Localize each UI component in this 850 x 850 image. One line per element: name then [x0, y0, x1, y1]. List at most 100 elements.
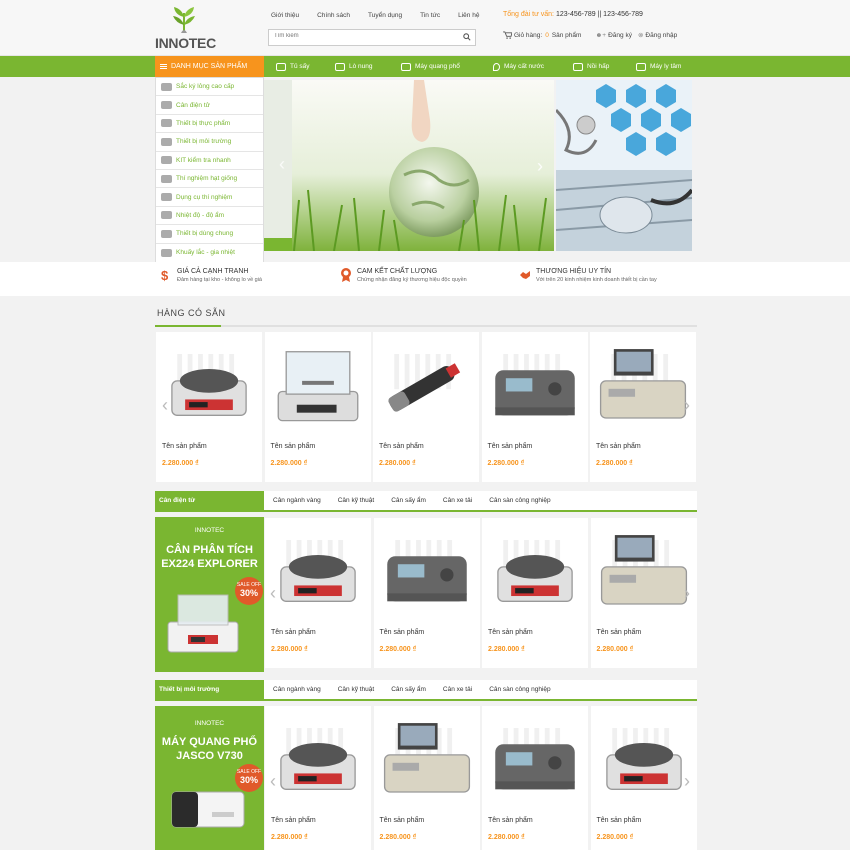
product-name[interactable]: Tên sản phẩm: [488, 817, 533, 824]
product-card[interactable]: |||||| Tên sản phẩm 2.280.000 ₫: [156, 332, 262, 482]
category-item-environment[interactable]: Thiết bị môi trường: [156, 133, 263, 152]
product-card[interactable]: |||||| Tên sản phẩm 2.280.000 ₫: [373, 518, 480, 668]
promo-banner-spectrophotometer[interactable]: INNOTEC MÁY QUANG PHỔ JASCO V730 SALE OF…: [155, 706, 264, 850]
seed-icon: [161, 174, 172, 183]
product-name[interactable]: Tên sản phẩm: [380, 817, 425, 824]
feature-title: THƯƠNG HIỆU UY TÍN: [536, 268, 612, 275]
product-name[interactable]: Tên sản phẩm: [597, 817, 642, 824]
tab-truck-scale[interactable]: Cân xe tải: [443, 497, 472, 504]
topnav-link-news[interactable]: Tin tức: [420, 12, 440, 19]
cart-label[interactable]: Giỏ hàng:: [514, 32, 542, 39]
product-price: 2.280.000 ₫: [379, 646, 417, 653]
category-item-seed-test[interactable]: Thí nghiệm hạt giống: [156, 170, 263, 189]
product-price: 2.280.000 ₫: [271, 834, 308, 841]
product-name[interactable]: Tên sản phẩm: [271, 817, 316, 824]
product-name[interactable]: Tên sản phẩm: [488, 443, 533, 450]
category-bar-title[interactable]: Cân điện tử: [155, 491, 264, 510]
search-input[interactable]: [274, 33, 454, 39]
nav-item-water-distiller[interactable]: Máy cất nước: [493, 56, 544, 77]
product-card[interactable]: |||||| Tên sản phẩm 2.280.000 ₫: [481, 332, 588, 482]
feature-trust: THƯƠNG HIỆU UY TÍN Với trên 20 kinh nhiệm…: [519, 268, 657, 283]
shared-equipment-icon: [161, 229, 172, 238]
carousel-next-icon[interactable]: ›: [682, 772, 692, 790]
hplc-icon: [161, 82, 172, 91]
menu-icon: [160, 63, 167, 70]
product-card[interactable]: |||||| Tên sản phẩm 2.280.000 ₫: [373, 706, 480, 850]
login-icon: ⊗: [637, 32, 644, 39]
tab-industrial-scale[interactable]: Cân sàn công nghiệp: [489, 497, 550, 504]
product-name[interactable]: Tên sản phẩm: [597, 629, 642, 636]
topnav-link-policy[interactable]: Chính sách: [317, 12, 350, 19]
category-item-lab-tools[interactable]: Dụng cụ thí nghiệm: [156, 188, 263, 207]
carousel-prev-icon[interactable]: ‹: [268, 584, 278, 602]
category-bar-title[interactable]: Thiết bị môi trường: [155, 680, 264, 699]
product-card[interactable]: |||||| Tên sản phẩm 2.280.000 ₫: [590, 332, 696, 482]
nav-item-furnace[interactable]: Lò nung: [335, 56, 373, 77]
product-card[interactable]: |||||| Tên sản phẩm 2.280.000 ₫: [590, 518, 697, 668]
product-name[interactable]: Tên sản phẩm: [380, 629, 425, 636]
search-icon[interactable]: [463, 33, 471, 41]
nav-item-autoclave[interactable]: Nồi hấp: [573, 56, 609, 77]
product-name[interactable]: Tên sản phẩm: [596, 443, 641, 450]
product-card[interactable]: |||||| Tên sản phẩm 2.280.000 ₫: [264, 332, 371, 482]
register-link[interactable]: Đăng ký: [608, 32, 632, 39]
dollar-icon: $: [161, 268, 169, 282]
furnace-icon: [335, 62, 345, 71]
product-card[interactable]: |||||| Tên sản phẩm 2.280.000 ₫: [482, 706, 588, 850]
tab-industrial-scale[interactable]: Cân sàn công nghiệp: [489, 686, 550, 693]
product-name[interactable]: Tên sản phẩm: [379, 443, 424, 450]
nav-item-centrifuge[interactable]: Máy ly tâm: [636, 56, 681, 77]
product-name[interactable]: Tên sản phẩm: [162, 443, 207, 450]
svg-text:›: ›: [537, 156, 543, 176]
product-card[interactable]: |||||| Tên sản phẩm 2.280.000 ₫: [265, 518, 371, 668]
nav-item-drying-oven[interactable]: Tủ sấy: [276, 56, 310, 77]
quality-medal-icon: [341, 268, 351, 282]
tab-technical-scale[interactable]: Cân kỹ thuật: [338, 686, 375, 693]
brand-name: INNOTEC: [155, 35, 216, 51]
hero-slider[interactable]: ‹ ›: [264, 80, 554, 251]
category-item-shaker[interactable]: Khuấy lắc - gia nhiệt: [156, 244, 263, 262]
search-box: [268, 29, 476, 46]
topnav-link-careers[interactable]: Tuyển dụng: [368, 12, 402, 19]
carousel-next-icon[interactable]: ›: [682, 584, 692, 602]
side-banner[interactable]: [556, 80, 692, 251]
carousel-prev-icon[interactable]: ‹: [268, 772, 278, 790]
category-item-shared[interactable]: Thiết bị dùng chung: [156, 225, 263, 244]
product-card[interactable]: |||||| Tên sản phẩm 2.280.000 ₫: [373, 332, 479, 482]
product-name[interactable]: Tên sản phẩm: [488, 629, 533, 636]
category-item-test-kit[interactable]: KIT kiểm tra nhanh: [156, 152, 263, 170]
category-menu-button[interactable]: DANH MỤC SẢN PHẨM: [155, 56, 264, 77]
category-item-temperature[interactable]: Nhiệt độ - độ ẩm: [156, 207, 263, 226]
tab-gold-scale[interactable]: Cân ngành vàng: [273, 686, 321, 693]
category-label: Dụng cụ thí nghiệm: [176, 193, 233, 201]
product-card[interactable]: |||||| Tên sản phẩm 2.280.000 ₫: [482, 518, 588, 668]
product-card[interactable]: |||||| Tên sản phẩm 2.280.000 ₫: [590, 706, 697, 850]
product-image: ||||||: [494, 347, 575, 416]
category-item-scales[interactable]: Cân điện tử: [156, 96, 263, 115]
product-image: ||||||: [386, 533, 467, 602]
tab-gold-scale[interactable]: Cân ngành vàng: [273, 497, 321, 504]
brand-logo[interactable]: INNOTEC: [155, 5, 216, 51]
topnav-link-about[interactable]: Giới thiệu: [271, 12, 299, 19]
tab-technical-scale[interactable]: Cân kỹ thuật: [338, 497, 375, 504]
nav-label: Máy cất nước: [504, 63, 545, 70]
category-label: Nhiệt độ - độ ẩm: [176, 211, 225, 219]
tab-moisture-scale[interactable]: Cân sấy ẩm: [391, 686, 426, 693]
topnav-link-contact[interactable]: Liên hệ: [458, 12, 479, 19]
product-image: ||||||: [280, 721, 356, 790]
carousel-next-icon[interactable]: ›: [682, 396, 692, 414]
login-link[interactable]: Đăng nhập: [645, 32, 677, 39]
product-name[interactable]: Tên sản phẩm: [271, 443, 316, 450]
product-name[interactable]: Tên sản phẩm: [271, 629, 316, 636]
tab-truck-scale[interactable]: Cân xe tải: [443, 686, 472, 693]
promo-banner-scale[interactable]: INNOTEC CÂN PHÂN TÍCH EX224 EXPLORER SAL…: [155, 517, 264, 672]
category-item-food[interactable]: Thiết bị thực phẩm: [156, 115, 263, 134]
category-item-hplc[interactable]: Sắc ký lỏng cao cấp: [156, 78, 263, 97]
product-image: ||||||: [171, 347, 247, 416]
carousel-prev-icon[interactable]: ‹: [160, 396, 170, 414]
nav-item-spectrophotometer[interactable]: Máy quang phổ: [401, 56, 460, 77]
feature-price: $ GIÁ CẢ CẠNH TRANH Đảm hàng tại kho - kh…: [160, 268, 262, 283]
handshake-icon: [520, 271, 530, 279]
product-card[interactable]: |||||| Tên sản phẩm 2.280.000 ₫: [265, 706, 371, 850]
tab-moisture-scale[interactable]: Cân sấy ẩm: [391, 497, 426, 504]
